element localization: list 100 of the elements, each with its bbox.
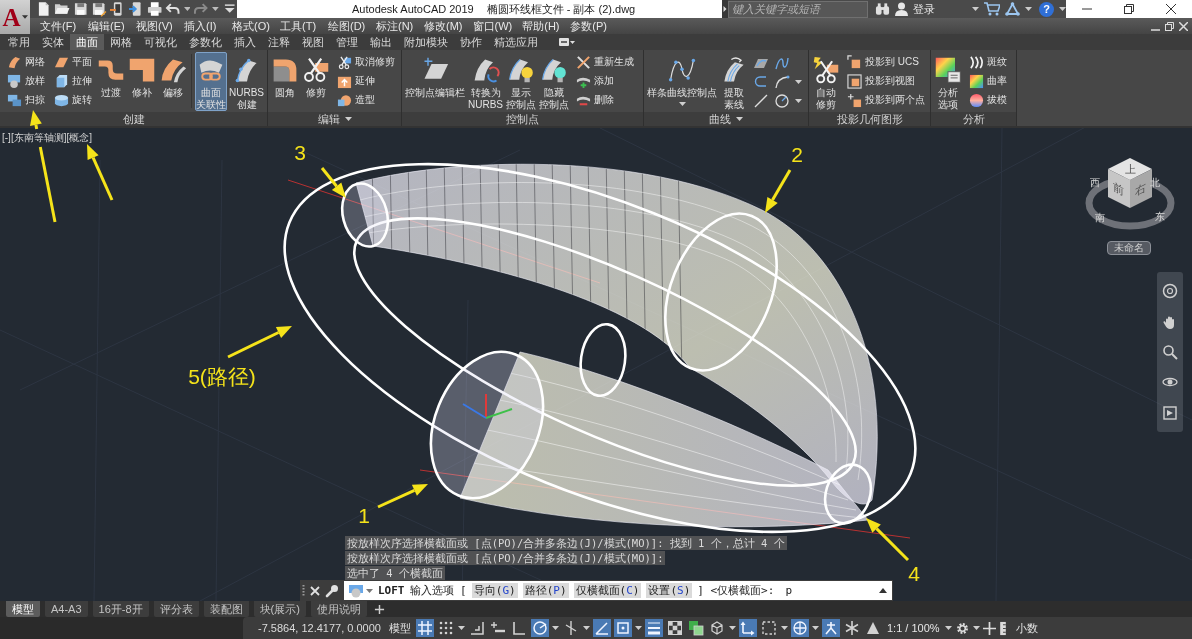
caret-icon[interactable] bbox=[344, 117, 352, 121]
compass-label[interactable]: 北 bbox=[1150, 176, 1160, 188]
new-file-icon[interactable] bbox=[36, 1, 52, 17]
grip-icon[interactable] bbox=[302, 583, 305, 598]
checker-icon[interactable] bbox=[665, 619, 684, 637]
ribbon-tab[interactable]: 管理 bbox=[330, 34, 364, 50]
menu-item[interactable]: 修改(M) bbox=[419, 18, 468, 34]
model-space-button[interactable]: 模型 bbox=[386, 620, 413, 636]
share-icon[interactable] bbox=[128, 1, 144, 17]
caret-icon[interactable] bbox=[944, 626, 952, 630]
redo-arrow-icon[interactable] bbox=[193, 1, 209, 17]
ribbon-tab[interactable]: 注释 bbox=[262, 34, 296, 50]
ribbon-button[interactable]: 投影到视图 bbox=[845, 72, 928, 90]
caret-icon[interactable] bbox=[1025, 7, 1032, 11]
application-menu-button[interactable]: A bbox=[0, 0, 30, 34]
ribbon-button[interactable]: 投影到两个点 bbox=[845, 91, 928, 109]
axes-arrows-icon[interactable] bbox=[738, 619, 757, 637]
search-field[interactable]: 键入关键字或短语 bbox=[728, 0, 868, 18]
ribbon-button[interactable]: 提取 素线 bbox=[719, 52, 749, 111]
menu-item[interactable]: 文件(F) bbox=[35, 18, 83, 34]
ribbon-button[interactable]: 添加 bbox=[574, 72, 638, 90]
ribbon-button[interactable]: 平面 bbox=[52, 53, 95, 71]
view-menu-button[interactable]: 未命名 bbox=[1107, 241, 1151, 255]
circle-pointer-icon[interactable] bbox=[530, 619, 549, 637]
wrench-icon[interactable] bbox=[325, 583, 339, 598]
caret-icon[interactable] bbox=[582, 626, 590, 630]
panel-toggle-icon[interactable] bbox=[558, 37, 576, 47]
menu-item[interactable]: 插入(I) bbox=[179, 18, 227, 34]
grid-icon[interactable] bbox=[415, 619, 434, 637]
command-input-field[interactable]: LOFT 输入选项 [ 导向(G) 路径(P) 仅横截面(C) 设置(S) ] <仅横截面>: p bbox=[344, 581, 892, 600]
crosshair-circle-icon[interactable] bbox=[790, 619, 809, 637]
plus-icon[interactable] bbox=[373, 603, 385, 615]
magnifier-icon[interactable] bbox=[1162, 343, 1178, 360]
menu-item[interactable]: 标注(N) bbox=[371, 18, 419, 34]
caret-icon[interactable] bbox=[634, 626, 642, 630]
ring-icon[interactable] bbox=[1162, 283, 1178, 300]
ribbon-tab[interactable]: 常用 bbox=[2, 34, 36, 50]
caret-icon[interactable] bbox=[1059, 7, 1066, 11]
caret-icon[interactable] bbox=[211, 7, 219, 11]
ribbon-tab[interactable]: 网格 bbox=[104, 34, 138, 50]
u-curve-icon[interactable] bbox=[753, 73, 769, 90]
caret-icon[interactable] bbox=[972, 7, 979, 11]
dashed-square-icon[interactable] bbox=[759, 619, 778, 637]
caret-icon[interactable] bbox=[366, 588, 373, 593]
caret-icon[interactable] bbox=[736, 117, 743, 121]
compass-label[interactable]: 东 bbox=[1155, 210, 1165, 222]
layout-tab[interactable]: 装配图 bbox=[203, 601, 249, 617]
ribbon-tab[interactable]: 可视化 bbox=[138, 34, 183, 50]
menu-item[interactable]: 编辑(E) bbox=[83, 18, 131, 34]
ribbon-button[interactable]: 分析 选项 bbox=[933, 52, 963, 111]
ribbon-button[interactable]: 重新生成 bbox=[574, 53, 638, 71]
command-option[interactable]: 路径(P) bbox=[522, 583, 569, 598]
layout-tab[interactable]: 块(展示) bbox=[253, 601, 306, 617]
help-button[interactable]: ? bbox=[1039, 1, 1054, 17]
layout-tab[interactable]: 使用说明 bbox=[310, 601, 367, 617]
circle-icon[interactable] bbox=[774, 92, 790, 109]
caret-icon[interactable] bbox=[795, 79, 802, 84]
menu-item[interactable]: 帮助(H) bbox=[517, 18, 566, 34]
ribbon-button[interactable]: 样条曲线控制点 bbox=[646, 52, 718, 111]
ribbon-button[interactable]: NURBS 创建 bbox=[228, 52, 265, 111]
viewport-control[interactable]: [概念] bbox=[66, 131, 92, 144]
caret-icon[interactable] bbox=[551, 626, 559, 630]
ribbon-button[interactable]: 过渡 bbox=[96, 52, 126, 111]
caret-icon[interactable] bbox=[811, 626, 819, 630]
printer-icon[interactable] bbox=[146, 1, 163, 17]
ribbon-button[interactable]: 取消修剪 bbox=[335, 53, 398, 71]
layout-tab[interactable]: 模型 bbox=[6, 601, 40, 617]
restore-icon[interactable] bbox=[1124, 4, 1134, 14]
ribbon-tab[interactable]: 输出 bbox=[364, 34, 398, 50]
ribbon-tab[interactable]: 曲面 bbox=[70, 34, 104, 50]
cube-face-label[interactable]: 上 bbox=[1124, 163, 1136, 175]
caret-icon[interactable] bbox=[457, 626, 465, 630]
menu-item[interactable]: 参数(P) bbox=[565, 18, 614, 34]
caret-icon[interactable] bbox=[780, 626, 788, 630]
sign-in-link[interactable]: 登录 bbox=[913, 1, 935, 17]
ribbon-button[interactable]: 投影到 UCS bbox=[845, 53, 928, 71]
ribbon-button[interactable]: 修补 bbox=[127, 52, 157, 111]
cart-icon[interactable] bbox=[984, 2, 1000, 16]
ribbon-button[interactable]: 放样 bbox=[5, 72, 48, 90]
ribbon-tab[interactable]: 精选应用 bbox=[488, 34, 544, 50]
layout-tab[interactable]: 评分表 bbox=[153, 601, 199, 617]
view-cube[interactable] bbox=[1108, 158, 1152, 208]
layout-tab[interactable]: 16开-8开 bbox=[92, 601, 149, 617]
caret-icon[interactable] bbox=[678, 102, 686, 106]
overlapping-squares-icon[interactable] bbox=[686, 619, 705, 637]
line-icon[interactable] bbox=[753, 92, 769, 109]
plus-icon[interactable] bbox=[982, 621, 996, 635]
units-button[interactable]: 小数 bbox=[1013, 620, 1040, 636]
ribbon-button[interactable]: 转换为 NURBS bbox=[467, 52, 505, 111]
ribbon-tab[interactable]: 视图 bbox=[296, 34, 330, 50]
command-option[interactable]: 设置(S) bbox=[646, 583, 693, 598]
folder-icon[interactable] bbox=[54, 1, 70, 17]
binoculars-icon[interactable] bbox=[875, 2, 890, 16]
compass-label[interactable]: 西 bbox=[1090, 176, 1100, 188]
layout-tab[interactable]: A4-A3 bbox=[45, 601, 88, 617]
ribbon-button[interactable]: 隐藏 控制点 bbox=[538, 52, 571, 111]
user-icon[interactable] bbox=[895, 2, 908, 16]
ribbon-tab[interactable]: 附加模块 bbox=[398, 34, 454, 50]
angle-icon[interactable] bbox=[592, 619, 611, 637]
ribbon-button[interactable]: 圆角 bbox=[270, 52, 300, 111]
